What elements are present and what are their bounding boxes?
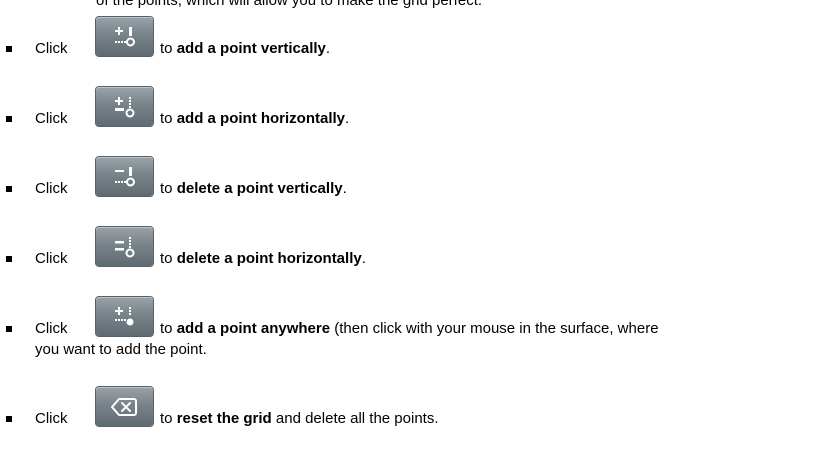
delete-point-horizontal-icon — [115, 237, 135, 258]
delete-point-vertical-button[interactable] — [96, 157, 153, 196]
bullet — [6, 256, 12, 262]
reset-grid-button[interactable] — [96, 387, 153, 426]
add-point-anywhere-icon — [115, 307, 134, 326]
instruction-bold: add a point horizontally — [176, 110, 346, 127]
instruction-text: to delete a point vertically. — [160, 180, 347, 197]
add-point-vertical-icon — [115, 27, 135, 47]
add-point-anywhere-button[interactable] — [96, 297, 153, 336]
click-label: Click — [35, 250, 68, 267]
bullet — [6, 186, 12, 192]
instruction-bold: delete a point horizontally — [176, 250, 362, 267]
click-label: Click — [35, 110, 68, 127]
instruction-bold: add a point vertically — [176, 40, 326, 57]
instruction-text: to reset the grid and delete all the poi… — [160, 410, 439, 427]
reset-grid-icon — [111, 398, 137, 416]
list-item: Click to add a point vertically. — [0, 17, 829, 65]
list-item: Click to reset the grid and delete all t… — [0, 387, 829, 435]
click-label: Click — [35, 410, 68, 427]
instruction-text: to delete a point horizontally. — [160, 250, 366, 267]
instruction-bold: reset the grid — [176, 410, 272, 427]
bullet — [6, 326, 12, 332]
instruction-text-line2: you want to add the point. — [35, 341, 207, 358]
add-point-vertical-button[interactable] — [96, 17, 153, 56]
list-item: Click to add a point horizontally. — [0, 87, 829, 135]
click-label: Click — [35, 180, 68, 197]
instruction-text: to add a point anywhere (then click with… — [160, 320, 659, 337]
instruction-text: to add a point vertically. — [160, 40, 331, 57]
list-item: Click to add a point anywhere (then clic… — [0, 297, 829, 365]
list-item: Click to delete a point vertically. — [0, 157, 829, 205]
click-label: Click — [35, 40, 68, 57]
top-fragment-text: of the points, which will allow you to m… — [96, 0, 483, 9]
bullet — [6, 46, 12, 52]
delete-point-vertical-icon — [115, 167, 135, 187]
instruction-text: to add a point horizontally. — [160, 110, 350, 127]
delete-point-horizontal-button[interactable] — [96, 227, 153, 266]
click-label: Click — [35, 320, 68, 337]
add-point-horizontal-button[interactable] — [96, 87, 153, 126]
bullet — [6, 116, 12, 122]
list-item: Click to delete a point horizontally. — [0, 227, 829, 275]
instruction-bold: delete a point vertically — [176, 180, 343, 197]
instruction-bold: add a point anywhere — [176, 320, 331, 337]
bullet — [6, 416, 12, 422]
add-point-horizontal-icon — [115, 97, 135, 118]
